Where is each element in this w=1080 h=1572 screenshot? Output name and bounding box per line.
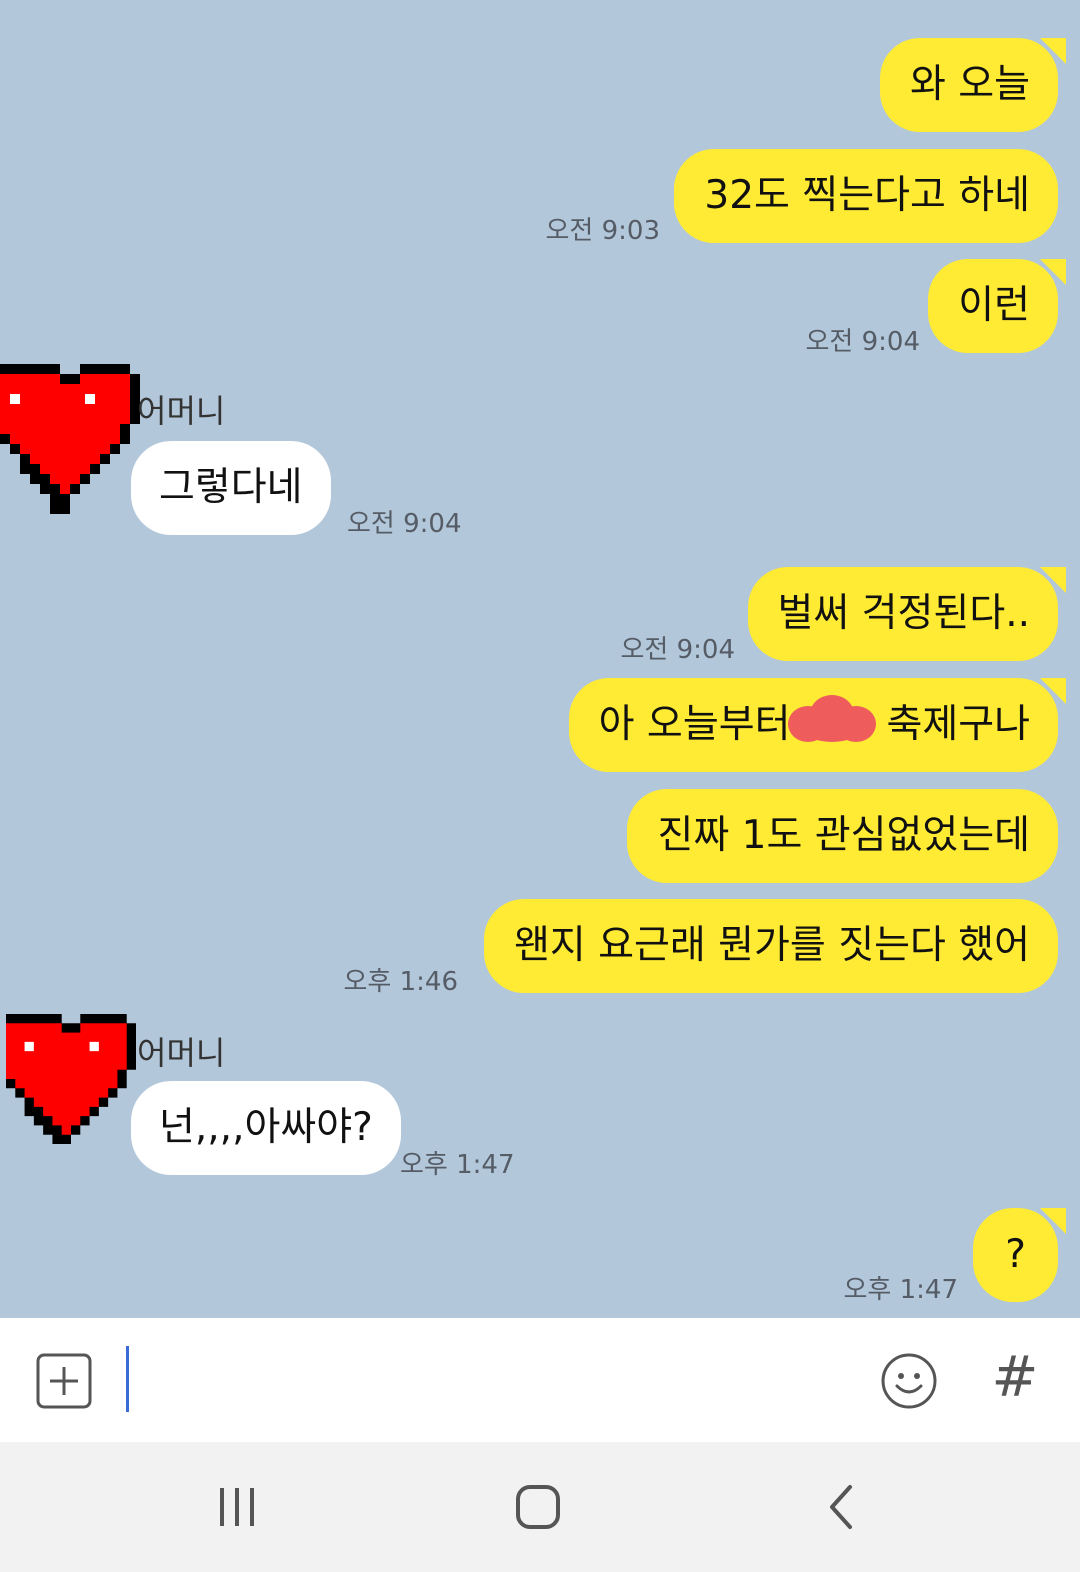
message-input[interactable] bbox=[140, 1346, 844, 1414]
message-text: 32도 찍는다고 하네 bbox=[704, 173, 1030, 218]
recent-apps-icon[interactable] bbox=[202, 1472, 272, 1542]
hashtag-search-button[interactable]: # bbox=[990, 1338, 1040, 1418]
message-text: 이런 bbox=[958, 283, 1030, 328]
bubble-tail bbox=[1040, 567, 1066, 593]
plus-square-icon[interactable] bbox=[36, 1353, 92, 1409]
message-text: 왠지 요근래 뭔가를 짓는다 했어 bbox=[513, 923, 1030, 968]
message-bubble-mine[interactable]: 32도 찍는다고 하네 bbox=[674, 149, 1058, 243]
message-time: 오후 1:46 bbox=[343, 967, 459, 997]
message-text: 넌,,,,아싸야? bbox=[159, 1105, 373, 1150]
message-bubble-mine[interactable]: 벌써 걱정된다.. bbox=[747, 567, 1058, 661]
message-text: 진짜 1도 관심없었는데 bbox=[657, 813, 1030, 858]
bubble-tail bbox=[1040, 38, 1066, 64]
chat-area: 와 오늘 32도 찍는다고 하네 오전 9:03 이런 오전 9:04 어머니 … bbox=[0, 0, 1080, 1318]
text-cursor bbox=[126, 1346, 129, 1412]
sender-name: 어머니 bbox=[137, 392, 226, 430]
home-icon[interactable] bbox=[503, 1472, 573, 1542]
message-time: 오전 9:04 bbox=[805, 327, 921, 357]
message-bubble-mine[interactable]: 왠지 요근래 뭔가를 짓는다 했어 bbox=[483, 899, 1058, 993]
message-bubble-theirs[interactable]: 넌,,,,아싸야? bbox=[131, 1081, 401, 1175]
redaction-scribble-icon bbox=[788, 695, 876, 742]
message-bubble-mine[interactable]: 와 오늘 bbox=[879, 38, 1058, 132]
contact-avatar-heart-icon[interactable] bbox=[0, 364, 140, 514]
bubble-tail bbox=[1040, 678, 1066, 704]
contact-avatar-heart-icon[interactable] bbox=[6, 1014, 136, 1144]
message-time: 오전 9:04 bbox=[620, 635, 736, 665]
bubble-tail bbox=[1040, 259, 1066, 285]
message-text: ? bbox=[1005, 1232, 1026, 1277]
message-time: 오후 1:47 bbox=[843, 1275, 959, 1305]
bubble-tail bbox=[1040, 1208, 1066, 1234]
message-text: 와 오늘 bbox=[909, 62, 1030, 107]
message-time: 오전 9:03 bbox=[545, 216, 661, 246]
message-bubble-mine[interactable]: 이런 bbox=[928, 259, 1058, 353]
system-navigation-bar bbox=[0, 1442, 1080, 1572]
message-time: 오전 9:04 bbox=[347, 509, 462, 539]
back-chevron-icon[interactable] bbox=[806, 1472, 876, 1542]
message-text: 그렇다네 bbox=[159, 465, 303, 510]
smiley-icon[interactable] bbox=[879, 1351, 939, 1411]
message-time: 오후 1:47 bbox=[400, 1150, 515, 1180]
message-bubble-mine[interactable]: 진짜 1도 관심없었는데 bbox=[627, 789, 1058, 883]
message-bubble-theirs[interactable]: 그렇다네 bbox=[131, 441, 331, 535]
message-text: 아 오늘부터 bbox=[598, 702, 791, 747]
message-text-continued: 축제구나 bbox=[886, 702, 1030, 747]
message-text: 벌써 걱정된다.. bbox=[777, 591, 1030, 636]
sender-name: 어머니 bbox=[137, 1034, 226, 1072]
